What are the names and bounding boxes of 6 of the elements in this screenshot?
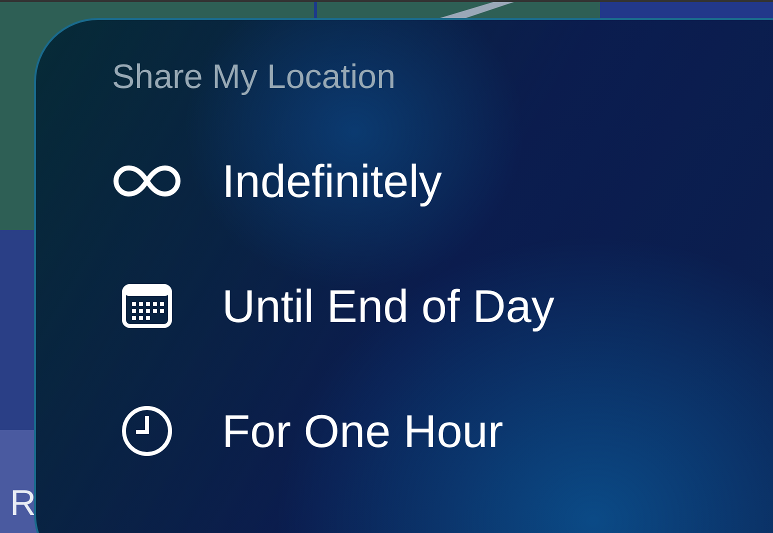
menu-item[interactable]: For One Hour: [112, 368, 773, 493]
map-label: R: [10, 482, 36, 524]
infinity-icon: [112, 164, 182, 198]
menu-title: Share My Location: [112, 58, 396, 98]
menu-item[interactable]: Until End of Day: [112, 243, 773, 368]
menu-item[interactable]: Indefinitely: [112, 118, 773, 243]
